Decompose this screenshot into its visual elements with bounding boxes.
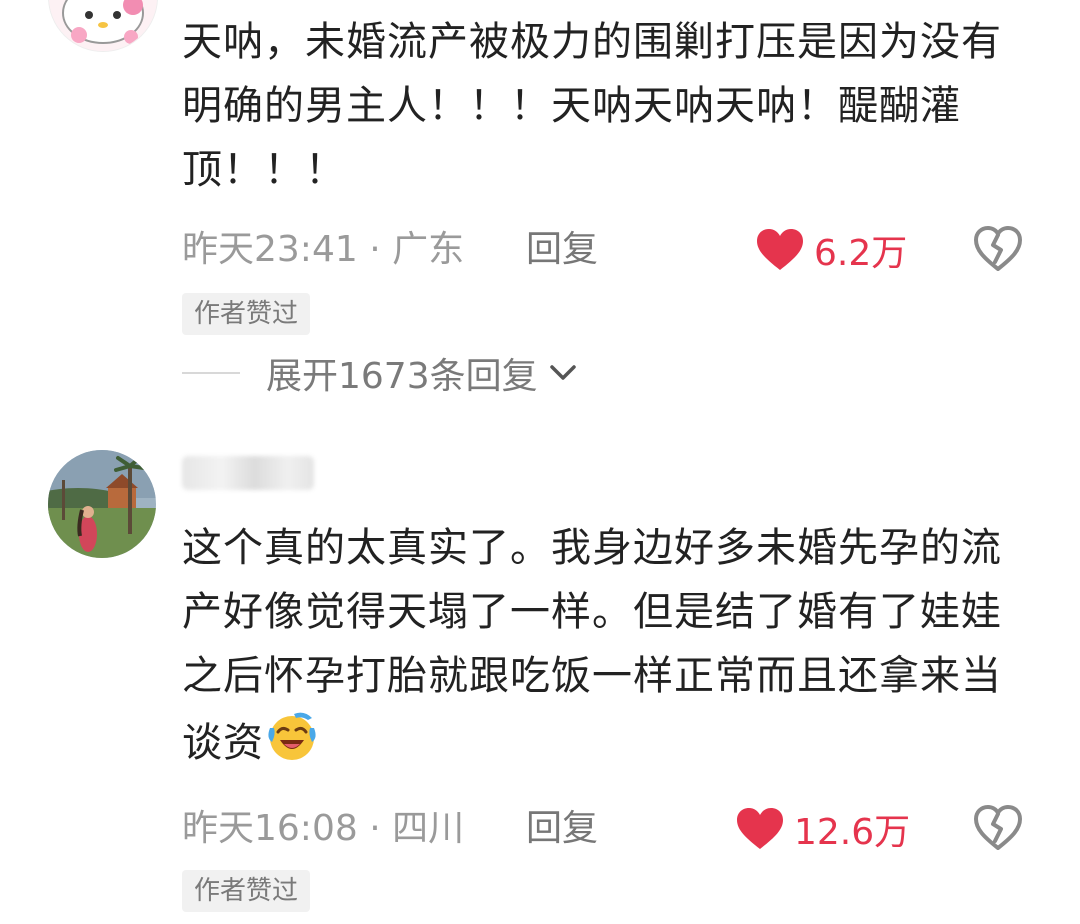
heart-icon xyxy=(757,229,803,270)
dislike-button[interactable] xyxy=(974,805,1022,853)
cartoon-cat-avatar-icon xyxy=(49,0,157,51)
comment-time-location: 昨天16:08 · 四川 xyxy=(182,808,465,849)
expand-replies-button[interactable]: 展开1673条回复 xyxy=(182,348,580,398)
divider-line xyxy=(182,372,240,374)
broken-heart-icon xyxy=(974,805,1022,850)
like-count: 12.6万 xyxy=(794,812,911,853)
chevron-down-icon xyxy=(549,365,576,380)
expand-replies-label: 展开1673条回复 xyxy=(266,356,538,397)
like-button[interactable]: 6.2万 xyxy=(756,225,907,275)
dislike-button[interactable] xyxy=(974,226,1022,274)
photo-avatar-icon xyxy=(48,450,156,558)
reply-button[interactable]: 回复 xyxy=(526,225,598,275)
comment-time-location: 昨天23:41 · 广东 xyxy=(182,229,465,270)
laughing-crying-emoji xyxy=(268,712,316,760)
like-button[interactable]: 12.6万 xyxy=(736,804,910,854)
comment-text: 天呐，未婚流产被极力的围剿打压是因为没有明确的男主人！！！天呐天呐天呐！醍醐灌顶… xyxy=(182,19,1002,193)
like-count: 6.2万 xyxy=(814,233,908,274)
broken-heart-icon xyxy=(974,226,1022,271)
username-redacted[interactable] xyxy=(182,456,314,490)
comment-text: 这个真的太真实了。我身边好多未婚先孕的流产好像觉得天塌了一样。但是结了婚有了娃娃… xyxy=(182,516,1012,775)
author-liked-badge: 作者赞过 xyxy=(182,870,311,912)
heart-icon xyxy=(737,808,783,849)
comment-item: 天呐，未婚流产被极力的围剿打压是因为没有明确的男主人！！！天呐天呐天呐！醍醐灌顶… xyxy=(0,0,1080,420)
comment-list: 天呐，未婚流产被极力的围剿打压是因为没有明确的男主人！！！天呐天呐天呐！醍醐灌顶… xyxy=(0,0,1080,924)
avatar[interactable] xyxy=(48,0,158,52)
comment-item: 这个真的太真实了。我身边好多未婚先孕的流产好像觉得天塌了一样。但是结了婚有了娃娃… xyxy=(0,430,1080,924)
avatar[interactable] xyxy=(48,450,156,558)
reply-button[interactable]: 回复 xyxy=(526,804,598,854)
author-liked-badge: 作者赞过 xyxy=(182,293,311,335)
